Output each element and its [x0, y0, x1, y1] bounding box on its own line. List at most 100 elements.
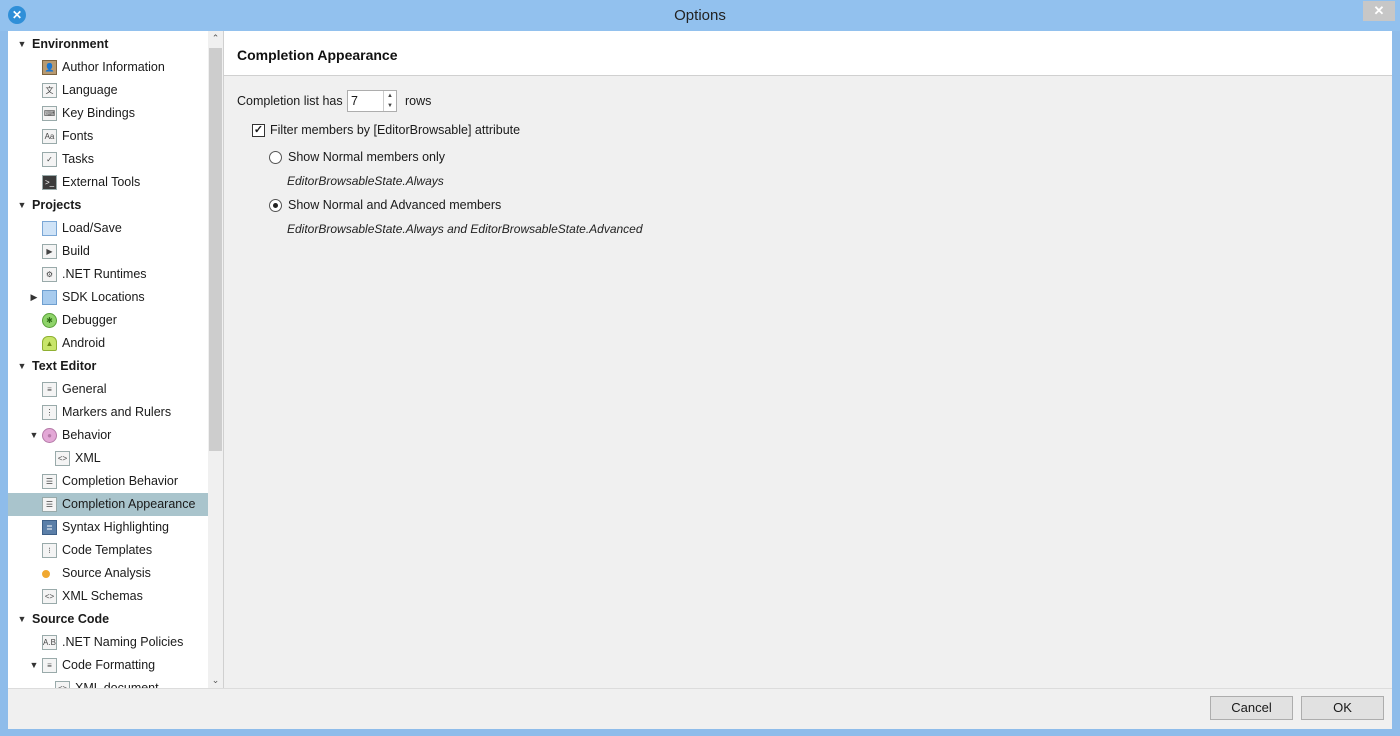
naming-icon: A.B	[42, 635, 57, 650]
fonts-icon: Aa	[42, 129, 57, 144]
expand-arrow-icon[interactable]: ▼	[17, 33, 27, 56]
tree-category[interactable]: ▼ Environment	[8, 33, 208, 56]
tree-item-label: Behavior	[62, 428, 112, 442]
scroll-thumb[interactable]	[209, 48, 222, 451]
filter-checkbox-label[interactable]: Filter members by [EditorBrowsable] attr…	[270, 123, 520, 137]
tree-item[interactable]: ⚙ .NET Runtimes	[8, 263, 208, 286]
xml-icon: <>	[55, 681, 70, 688]
tree-category[interactable]: ▼ Projects	[8, 194, 208, 217]
tree-category[interactable]: ▼ Source Code	[8, 608, 208, 631]
tree-item-label: Markers and Rulers	[62, 405, 172, 419]
load-save-icon	[42, 221, 57, 236]
sidebar-scrollbar[interactable]: ⌃ ⌄	[208, 31, 223, 688]
tree-item-label: XML	[75, 451, 101, 465]
rows-value[interactable]: 7	[351, 94, 358, 108]
build-icon: ▶	[42, 244, 57, 259]
collapse-arrow-icon[interactable]: ▶	[29, 286, 39, 309]
tree-item[interactable]: <> XML document	[8, 677, 208, 688]
cancel-button[interactable]: Cancel	[1210, 696, 1293, 720]
tree-item[interactable]: <> XML	[8, 447, 208, 470]
dialog-footer: Cancel OK	[8, 688, 1392, 729]
tree-item-label: Text Editor	[32, 359, 97, 373]
advanced-members-hint: EditorBrowsableState.Always and EditorBr…	[287, 222, 643, 236]
expand-arrow-icon[interactable]: ▼	[17, 355, 27, 378]
tree-item-label: Code Templates	[62, 543, 153, 557]
tree-item-label: Completion Appearance	[62, 497, 196, 511]
tree-item-label: XML document	[75, 681, 159, 688]
stepper-up-icon[interactable]: ▲	[384, 91, 396, 101]
tree-item-label: Build	[62, 244, 90, 258]
title-bar: ✕ Options ✕	[0, 0, 1400, 31]
radio-advanced-members[interactable]	[269, 199, 282, 212]
tree-item[interactable]: >_ External Tools	[8, 171, 208, 194]
author-icon: 👤	[42, 60, 57, 75]
normal-members-hint: EditorBrowsableState.Always	[287, 174, 444, 188]
tree-item-label: Syntax Highlighting	[62, 520, 170, 534]
tree-item[interactable]: A.B .NET Naming Policies	[8, 631, 208, 654]
android-icon: ▲	[42, 336, 57, 351]
tree-item[interactable]: ≡ General	[8, 378, 208, 401]
stepper-down-icon[interactable]: ▼	[384, 101, 396, 111]
tree-item[interactable]: ≣ Syntax Highlighting	[8, 516, 208, 539]
tree-item[interactable]: ▶ Build	[8, 240, 208, 263]
options-sidebar: ▼ Environment 👤 Author Information 文 Language…	[8, 31, 224, 688]
expand-arrow-icon[interactable]: ▼	[17, 608, 27, 631]
tree-item[interactable]: <> XML Schemas	[8, 585, 208, 608]
scroll-up-icon[interactable]: ⌃	[208, 31, 223, 46]
expand-arrow-icon[interactable]: ▼	[29, 654, 39, 677]
expand-arrow-icon[interactable]: ▼	[17, 194, 27, 217]
tree-item-label: Completion Behavior	[62, 474, 179, 488]
template-icon: ⁝	[42, 543, 57, 558]
tree-item[interactable]: ☰ Completion Behavior	[8, 470, 208, 493]
rows-stepper[interactable]: 7 ▲ ▼	[347, 90, 397, 112]
tree-item[interactable]: ✓ Tasks	[8, 148, 208, 171]
tree-item[interactable]: ▲ Android	[8, 332, 208, 355]
tree-item[interactable]: 文 Language	[8, 79, 208, 102]
tree-category[interactable]: ▼ Text Editor	[8, 355, 208, 378]
ok-button[interactable]: OK	[1301, 696, 1384, 720]
tree-item-label: Source Analysis	[62, 566, 151, 580]
bug-icon: ✱	[42, 313, 57, 328]
folder-icon	[42, 290, 57, 305]
radio-normal-label[interactable]: Show Normal members only	[288, 150, 445, 164]
tree-item-label: SDK Locations	[62, 290, 145, 304]
tree-item-label: Projects	[32, 198, 82, 212]
terminal-icon: >_	[42, 175, 57, 190]
tree-item[interactable]: ⋮ Markers and Rulers	[8, 401, 208, 424]
radio-normal-members[interactable]	[269, 151, 282, 164]
tree-item-label: External Tools	[62, 175, 141, 189]
tree-item[interactable]: ▶ SDK Locations	[8, 286, 208, 309]
xml-icon: <>	[42, 589, 57, 604]
scroll-down-icon[interactable]: ⌄	[208, 673, 223, 688]
tree-item[interactable]: ▼ ≡ Code Formatting	[8, 654, 208, 677]
tree-item-label: .NET Naming Policies	[62, 635, 184, 649]
language-icon: 文	[42, 83, 57, 98]
options-tree: ▼ Environment 👤 Author Information 文 Language…	[8, 33, 208, 688]
list-icon: ☰	[42, 497, 57, 512]
tree-item[interactable]: ☰ Completion Appearance	[8, 493, 208, 516]
filter-checkbox[interactable]: ✓	[252, 124, 265, 137]
tree-item-label: XML Schemas	[62, 589, 143, 603]
close-button[interactable]: ✕	[1363, 1, 1395, 21]
tree-item[interactable]: Source Analysis	[8, 562, 208, 585]
tree-item-label: Fonts	[62, 129, 94, 143]
dialog-body: ▼ Environment 👤 Author Information 文 Language…	[8, 31, 1392, 729]
list-icon: ☰	[42, 474, 57, 489]
tree-item[interactable]: ✱ Debugger	[8, 309, 208, 332]
format-icon: ≡	[42, 658, 57, 673]
xml-icon: <>	[55, 451, 70, 466]
tree-item[interactable]: 👤 Author Information	[8, 56, 208, 79]
tree-item-label: Debugger	[62, 313, 117, 327]
panel-header: Completion Appearance	[224, 31, 1392, 76]
tree-item[interactable]: Load/Save	[8, 217, 208, 240]
tree-item[interactable]: ⌨ Key Bindings	[8, 102, 208, 125]
tasks-icon: ✓	[42, 152, 57, 167]
tree-item[interactable]: ⁝ Code Templates	[8, 539, 208, 562]
tree-item[interactable]: Aa Fonts	[8, 125, 208, 148]
tree-item-label: Load/Save	[62, 221, 122, 235]
expand-arrow-icon[interactable]: ▼	[29, 424, 39, 447]
tree-item-label: Key Bindings	[62, 106, 135, 120]
tree-item-label: Android	[62, 336, 106, 350]
tree-item[interactable]: ▼ ● Behavior	[8, 424, 208, 447]
radio-advanced-label[interactable]: Show Normal and Advanced members	[288, 198, 501, 212]
